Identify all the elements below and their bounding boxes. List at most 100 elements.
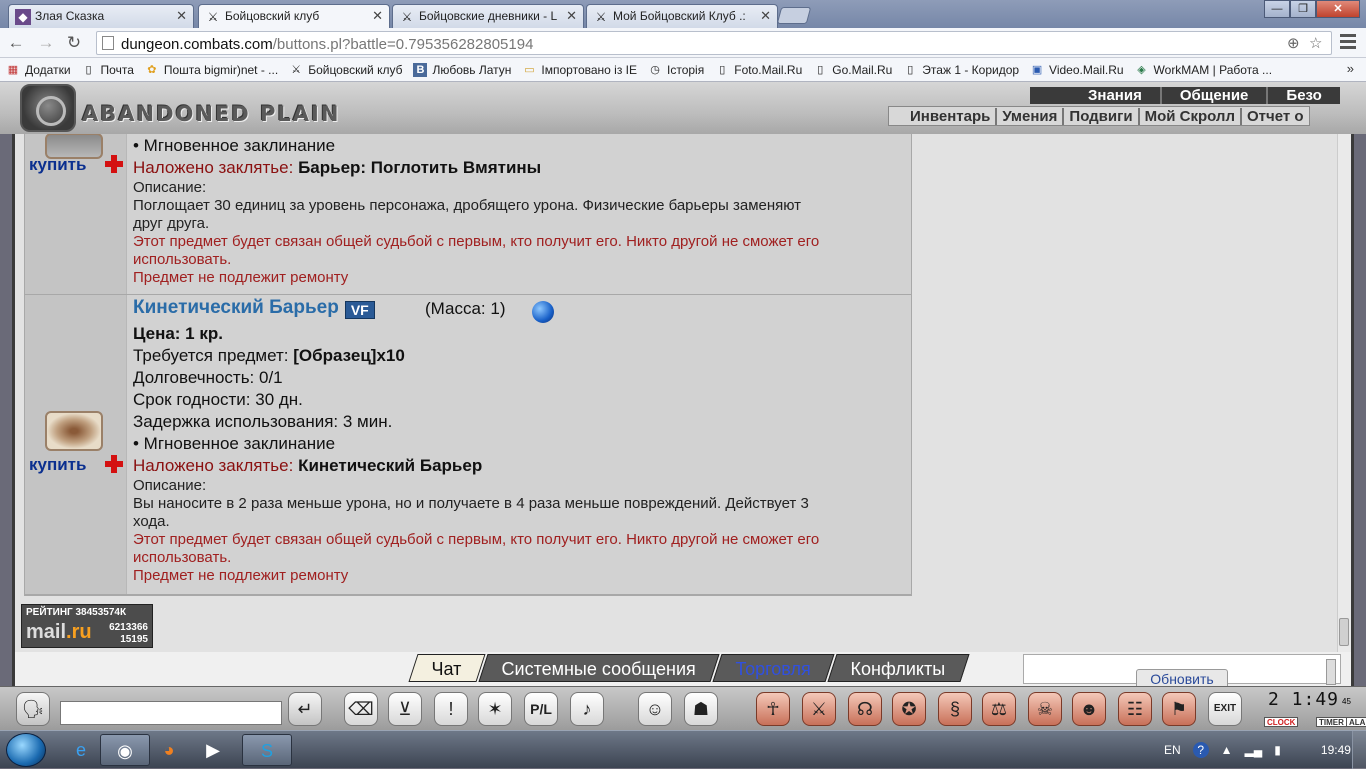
fighter-icon[interactable]: ✶ — [478, 692, 512, 726]
language-indicator[interactable]: EN — [1164, 743, 1181, 757]
gold-icon[interactable]: ✪ — [892, 692, 926, 726]
content-scrollbar[interactable] — [1337, 134, 1351, 652]
item-name[interactable]: Кинетический Барьер — [133, 297, 339, 318]
pl-icon[interactable]: P/L — [524, 692, 558, 726]
more-bookmarks-icon[interactable]: » — [1347, 61, 1354, 76]
reload-icon[interactable]: ↻ — [64, 33, 84, 53]
group-icon[interactable]: ☷ — [1118, 692, 1152, 726]
bookmark-foto-mail[interactable]: ▯ Foto.Mail.Ru — [715, 63, 802, 77]
battery-icon[interactable]: ▮ — [1274, 743, 1281, 757]
forward-icon[interactable]: → — [36, 33, 56, 53]
firefox-icon[interactable]: ◕ — [144, 734, 194, 766]
start-button[interactable] — [6, 733, 46, 767]
page-icon: ▯ — [817, 63, 824, 76]
tab-chat[interactable]: Чат — [408, 654, 486, 682]
show-desktop-button[interactable] — [1352, 731, 1366, 769]
flag-icon[interactable]: ⚑ — [1162, 692, 1196, 726]
game-toolbar: 🗣 ↵ ⌫ ⊻ ! ✶ P/L ♪ ☺ ☗ ☥ ⚔ ☊ ✪ § ⚖ ☠ ☻ ☷ … — [0, 686, 1366, 730]
tab-system-messages[interactable]: Системные сообщения — [478, 654, 720, 682]
menu-communication[interactable]: Общение — [1159, 87, 1267, 104]
friend-icon[interactable]: ☻ — [1072, 692, 1106, 726]
bookmark-combats[interactable]: ⚔ Бойцовский клуб — [289, 63, 402, 77]
close-tab-icon[interactable]: ✕ — [566, 8, 577, 24]
timer-button[interactable]: TIMER — [1316, 717, 1347, 727]
tray-expand-icon[interactable]: ▲ — [1221, 743, 1233, 757]
bookmark-workmam[interactable]: ◈ WorkMAM | Работа ... — [1135, 63, 1272, 77]
add-icon[interactable] — [105, 455, 123, 473]
game-header: ABANDONED PLAIN Знания Общение Безо Инве… — [0, 82, 1366, 134]
filter-icon[interactable]: ⊻ — [388, 692, 422, 726]
browser-tab-combats[interactable]: ⚔ Бойцовский клуб ✕ — [198, 4, 390, 28]
menu-inventory[interactable]: Инвентарь — [905, 108, 995, 125]
bookmark-go-mail[interactable]: ▯ Go.Mail.Ru — [813, 63, 892, 77]
tab-trade[interactable]: Торговля — [712, 654, 835, 682]
zoom-icon[interactable]: ⊕ — [1287, 34, 1300, 52]
browser-tab-zlaya-skazka[interactable]: ◆ Злая Сказка ✕ — [8, 4, 194, 28]
bookmark-mail[interactable]: ▯ Почта — [82, 63, 134, 77]
tab-conflicts[interactable]: Конфликты — [827, 654, 970, 682]
eraser-icon[interactable]: ⌫ — [344, 692, 378, 726]
media-player-icon[interactable]: ▶ — [188, 734, 238, 766]
restore-icon[interactable]: ❐ — [1290, 0, 1316, 18]
alarm-button[interactable]: ALA — [1346, 717, 1366, 727]
globe-icon — [532, 301, 554, 323]
add-icon[interactable] — [105, 155, 123, 173]
monster-icon[interactable]: ☠ — [1028, 692, 1062, 726]
bookmark-bigmir[interactable]: ✿ Пошта bigmir)net - ... — [145, 63, 278, 77]
menu-knowledge[interactable]: Знания — [1070, 87, 1160, 104]
chat-input[interactable] — [60, 701, 282, 725]
item-details: Кинетический Барьер VF (Масса: 1) Цена: 1… — [127, 295, 911, 594]
network-icon[interactable]: ▂▄ — [1245, 743, 1263, 757]
close-tab-icon[interactable]: ✕ — [760, 8, 771, 24]
bag-icon[interactable]: ☊ — [848, 692, 882, 726]
star-icon[interactable]: ☆ — [1309, 34, 1322, 52]
enter-icon[interactable]: ↵ — [288, 692, 322, 726]
helmet-icon[interactable]: ☗ — [684, 692, 718, 726]
online-list-scrollbar[interactable] — [1326, 659, 1336, 685]
bookmark-history[interactable]: ◷ Історія — [648, 63, 704, 77]
skype-icon[interactable]: S — [242, 734, 292, 766]
new-tab-button[interactable] — [776, 7, 812, 24]
browser-tab-my-club[interactable]: ⚔ Мой Бойцовский Клуб .: ✕ — [586, 4, 778, 28]
help-icon[interactable]: ? — [1192, 742, 1209, 758]
bookmark-vk[interactable]: B Любовь Латун — [413, 62, 511, 77]
bookmark-corridor[interactable]: ▯ Этаж 1 - Коридор — [903, 63, 1019, 77]
speak-icon[interactable]: 🗣 — [16, 692, 50, 726]
menu-security[interactable]: Безо — [1266, 87, 1339, 104]
hood-icon[interactable]: ☥ — [756, 692, 790, 726]
close-window-icon[interactable]: ✕ — [1316, 0, 1360, 18]
clock-button[interactable]: CLOCK — [1264, 717, 1299, 727]
menu-skills[interactable]: Умения — [995, 107, 1062, 125]
alert-icon[interactable]: ! — [434, 692, 468, 726]
buy-link[interactable]: купить — [29, 455, 86, 475]
game-clock: 2 1:49 45 CLOCK TIMER ALA — [1262, 689, 1366, 729]
browser-tab-strip: ◆ Злая Сказка ✕ ⚔ Бойцовский клуб ✕ ⚔ Бо… — [0, 0, 1366, 28]
menu-achievements[interactable]: Подвиги — [1062, 107, 1137, 125]
minimize-icon[interactable]: — — [1264, 0, 1290, 18]
sword-icon[interactable]: ⚔ — [802, 692, 836, 726]
sound-icon[interactable]: ♪ — [570, 692, 604, 726]
scrollbar-thumb[interactable] — [1339, 618, 1349, 646]
smile-icon[interactable]: ☺ — [638, 692, 672, 726]
scroll-icon[interactable]: § — [938, 692, 972, 726]
close-tab-icon[interactable]: ✕ — [176, 8, 187, 24]
bookmark-video-mail[interactable]: ▣ Video.Mail.Ru — [1030, 63, 1124, 77]
item-details: • Мгновенное заклинание Наложено заклять… — [127, 134, 911, 294]
browser-tab-diaries[interactable]: ⚔ Бойцовские дневники - L ✕ — [392, 4, 584, 28]
address-bar[interactable]: dungeon.combats.com/buttons.pl?battle=0.… — [96, 31, 1332, 55]
taskbar-clock[interactable]: 19:49 — [1321, 743, 1351, 757]
bookmark-imported[interactable]: ▭ Імпортовано із IE — [522, 63, 637, 77]
browser-menu-icon[interactable] — [1340, 34, 1356, 50]
mail-ru-rating-counter[interactable]: РЕЙТИНГ 38453574К mail.ru 6213366 15195 — [21, 604, 153, 648]
ie-icon[interactable]: e — [56, 734, 106, 766]
buy-link[interactable]: купить — [29, 155, 86, 175]
bookmark-apps[interactable]: ▦ Додатки — [6, 63, 71, 77]
menu-my-scroll[interactable]: Мой Скролл — [1137, 107, 1240, 125]
exit-icon[interactable]: EXIT — [1208, 692, 1242, 726]
close-tab-icon[interactable]: ✕ — [372, 8, 383, 24]
chrome-icon[interactable]: ◉ — [100, 734, 150, 766]
menu-report[interactable]: Отчет о — [1240, 107, 1309, 125]
back-icon[interactable]: ← — [6, 33, 26, 53]
trade-icon[interactable]: ⚖ — [982, 692, 1016, 726]
item-price: Цена: 1 кр. — [133, 324, 223, 343]
